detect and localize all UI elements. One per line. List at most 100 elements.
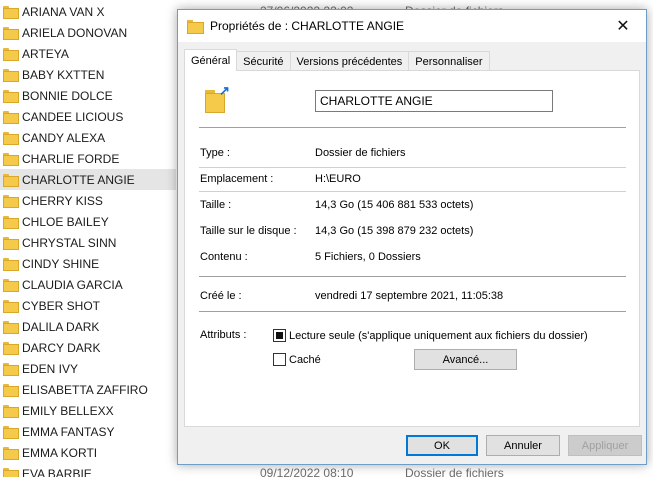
folder-name: CYBER SHOT [22, 298, 101, 313]
tab-customize[interactable]: Personnaliser [408, 51, 490, 71]
folder-icon [3, 69, 19, 82]
folder-list-item[interactable]: CHERRY KISS [0, 190, 176, 211]
folder-name: CHARLIE FORDE [22, 151, 120, 166]
folder-name: ARTEYA [22, 46, 69, 61]
folder-name: CLAUDIA GARCIA [22, 277, 123, 292]
folder-name: DALILA DARK [22, 319, 100, 334]
folder-list-item[interactable]: EMMA FANTASY [0, 421, 176, 442]
general-panel: ↗ Type : Dossier de fichiers Emplacement… [184, 70, 640, 427]
ok-button[interactable]: OK [406, 435, 478, 456]
folder-list-item[interactable]: ELISABETTA ZAFFIRO [0, 379, 176, 400]
hidden-checkbox[interactable] [273, 353, 286, 366]
folder-icon [3, 363, 19, 376]
disk-size-label: Taille sur le disque : [200, 225, 297, 237]
folder-list-item[interactable]: CHARLOTTE ANGIE [0, 169, 176, 190]
tab-previous-versions[interactable]: Versions précédentes [289, 51, 410, 71]
folder-icon [3, 321, 19, 334]
folder-list-item[interactable]: DARCY DARK [0, 337, 176, 358]
folder-icon [3, 216, 19, 229]
folder-list-item[interactable]: BONNIE DOLCE [0, 85, 176, 106]
folder-icon [3, 27, 19, 40]
type-label: Type : [200, 147, 230, 159]
folder-list-item[interactable]: CHRYSTAL SINN [0, 232, 176, 253]
attributes-label: Attributs : [200, 329, 247, 341]
folder-list-item[interactable]: ARIANA VAN X [0, 1, 176, 22]
folder-name: CANDY ALEXA [22, 130, 106, 145]
folder-name: CHERRY KISS [22, 193, 103, 208]
folder-list-item[interactable]: EMILY BELLEXX [0, 400, 176, 421]
separator [199, 127, 626, 128]
folder-name: CHRYSTAL SINN [22, 235, 117, 250]
size-label: Taille : [200, 199, 232, 211]
folder-icon [3, 132, 19, 145]
content-label: Contenu : [200, 251, 248, 263]
folder-name: EMMA KORTI [22, 445, 98, 460]
folder-list-item[interactable]: EDEN IVY [0, 358, 176, 379]
properties-dialog: Propriétés de : CHARLOTTE ANGIE ✕ Généra… [177, 9, 647, 465]
folder-icon [3, 405, 19, 418]
hidden-label[interactable]: Caché [289, 354, 321, 366]
separator [199, 167, 626, 168]
folder-name: ARIANA VAN X [22, 4, 105, 19]
location-label: Emplacement : [200, 173, 274, 185]
folder-name: CHARLOTTE ANGIE [22, 172, 135, 187]
folder-icon [3, 279, 19, 292]
folder-icon [3, 174, 19, 187]
folder-icon [3, 342, 19, 355]
folder-name: CHLOE BAILEY [22, 214, 109, 229]
close-button[interactable]: ✕ [600, 10, 646, 42]
content-value: 5 Fichiers, 0 Dossiers [315, 251, 421, 263]
folder-name: ARIELA DONOVAN [22, 25, 128, 40]
apply-button[interactable]: Appliquer [568, 435, 642, 456]
folder-list-item[interactable]: CHLOE BAILEY [0, 211, 176, 232]
advanced-button[interactable]: Avancé... [414, 349, 517, 370]
dialog-titlebar[interactable]: Propriétés de : CHARLOTTE ANGIE ✕ [178, 10, 646, 42]
folder-list-item[interactable]: EVA BARBIE [0, 463, 176, 477]
folder-list-item[interactable]: CANDEE LICIOUS [0, 106, 176, 127]
folder-shortcut-icon: ↗ [205, 84, 237, 117]
folder-icon [3, 111, 19, 124]
folder-list-item[interactable]: CINDY SHINE [0, 253, 176, 274]
folder-name: EMMA FANTASY [22, 424, 115, 439]
folder-list-item[interactable]: ARIELA DONOVAN [0, 22, 176, 43]
folder-list-item[interactable]: CHARLIE FORDE [0, 148, 176, 169]
folder-icon [3, 195, 19, 208]
folder-name: CANDEE LICIOUS [22, 109, 124, 124]
folder-name: EDEN IVY [22, 361, 79, 376]
folder-list-item[interactable]: CLAUDIA GARCIA [0, 274, 176, 295]
folder-icon [3, 237, 19, 250]
folder-list-item[interactable]: CYBER SHOT [0, 295, 176, 316]
separator [199, 311, 626, 312]
folder-icon [3, 153, 19, 166]
folder-list-item[interactable]: BABY KXTTEN [0, 64, 176, 85]
folder-icon [3, 48, 19, 61]
folder-icon [3, 90, 19, 103]
folder-list-item[interactable]: ARTEYA [0, 43, 176, 64]
folder-name: DARCY DARK [22, 340, 101, 355]
size-value: 14,3 Go (15 406 881 533 octets) [315, 199, 474, 211]
tab-security[interactable]: Sécurité [236, 51, 291, 71]
created-value: vendredi 17 septembre 2021, 11:05:38 [315, 290, 504, 302]
folder-icon [3, 426, 19, 439]
readonly-checkbox[interactable] [273, 329, 286, 342]
location-value: H:\EURO [315, 173, 361, 185]
separator [199, 276, 626, 277]
folder-name-field[interactable] [315, 90, 553, 112]
folder-name: EVA BARBIE [22, 466, 92, 477]
folder-name: CINDY SHINE [22, 256, 100, 271]
folder-list-item[interactable]: EMMA KORTI [0, 442, 176, 463]
folder-icon [187, 20, 204, 34]
dialog-title: Propriétés de : CHARLOTTE ANGIE [210, 19, 405, 33]
folder-name: EMILY BELLEXX [22, 403, 114, 418]
tab-general[interactable]: Général [184, 49, 238, 71]
folder-list-item[interactable]: DALILA DARK [0, 316, 176, 337]
folder-icon [3, 447, 19, 460]
cancel-button[interactable]: Annuler [486, 435, 560, 456]
created-label: Créé le : [200, 290, 242, 302]
folder-name: ELISABETTA ZAFFIRO [22, 382, 148, 397]
folder-list-item[interactable]: CANDY ALEXA [0, 127, 176, 148]
readonly-label[interactable]: Lecture seule (s'applique uniquement aux… [289, 330, 588, 342]
folder-icon [3, 300, 19, 313]
disk-size-value: 14,3 Go (15 398 879 232 octets) [315, 225, 474, 237]
folder-icon [3, 468, 19, 477]
